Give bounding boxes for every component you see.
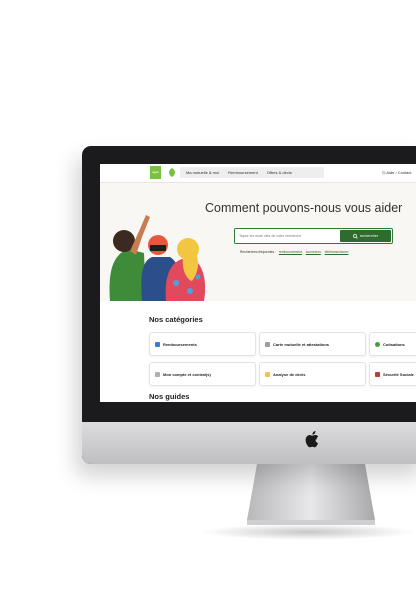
menu-item-remboursement[interactable]: Remboursement: [228, 170, 258, 175]
monitor-stand: [247, 464, 375, 525]
frequent-link-connexion[interactable]: connexion: [306, 250, 321, 254]
category-card-cotisations[interactable]: Cotisations: [369, 332, 416, 356]
frequent-link-remboursement[interactable]: remboursement: [279, 250, 302, 254]
imac-monitor: ugm Ma mutuelle & moi Remboursement Offr…: [82, 146, 416, 464]
apple-logo-icon: [305, 431, 319, 448]
category-card-carte[interactable]: Carte mutuelle et attestations: [259, 332, 366, 356]
top-navigation: ugm Ma mutuelle & moi Remboursement Offr…: [100, 164, 416, 183]
hero-section: Comment pouvons-nous vous aider Tapez le…: [100, 183, 416, 301]
menu-item-ma-mutuelle[interactable]: Ma mutuelle & moi: [186, 170, 219, 175]
clock-icon: ◷: [382, 170, 386, 175]
aide-contact-link[interactable]: ◷ Aide / Contact: [382, 170, 412, 175]
card-icon: [265, 341, 270, 347]
monitor-chin: [82, 422, 416, 464]
search-icon: [353, 233, 358, 239]
frequent-searches: Recherches fréquentes : remboursement, c…: [240, 250, 349, 254]
chart-icon: [155, 341, 160, 347]
page-title: Comment pouvons-nous vous aider: [205, 201, 403, 215]
website-screen: ugm Ma mutuelle & moi Remboursement Offr…: [100, 164, 416, 402]
heart-icon: [375, 341, 380, 347]
category-card-remboursements[interactable]: Remboursements: [149, 332, 256, 356]
document-icon: [155, 371, 160, 377]
people-illustration: [109, 215, 206, 301]
category-card-securite[interactable]: Sécurité Sociale: [369, 362, 416, 386]
search-button[interactable]: rechercher: [340, 230, 391, 242]
building-icon: [375, 371, 380, 377]
category-card-devis[interactable]: Analyse de devis: [259, 362, 366, 386]
search-input[interactable]: Tapez les mots clés de votre recherche: [239, 234, 301, 238]
category-card-compte[interactable]: Mon compte et contrat(s): [149, 362, 256, 386]
stand-shadow: [200, 524, 416, 540]
frequent-link-teletransmission[interactable]: télétransmission: [325, 250, 349, 254]
note-icon: [265, 371, 270, 377]
search-bar: Tapez les mots clés de votre recherche r…: [234, 228, 393, 244]
guides-title: Nos guides: [149, 392, 190, 401]
main-menu: Ma mutuelle & moi Remboursement Offres &…: [180, 167, 324, 178]
brand-logo[interactable]: ugm: [150, 166, 161, 179]
bezel-bottom: [82, 402, 416, 422]
leaf-icon[interactable]: [168, 168, 176, 177]
menu-item-offres[interactable]: Offres & devis: [267, 170, 292, 175]
categories-title: Nos catégories: [149, 315, 203, 324]
